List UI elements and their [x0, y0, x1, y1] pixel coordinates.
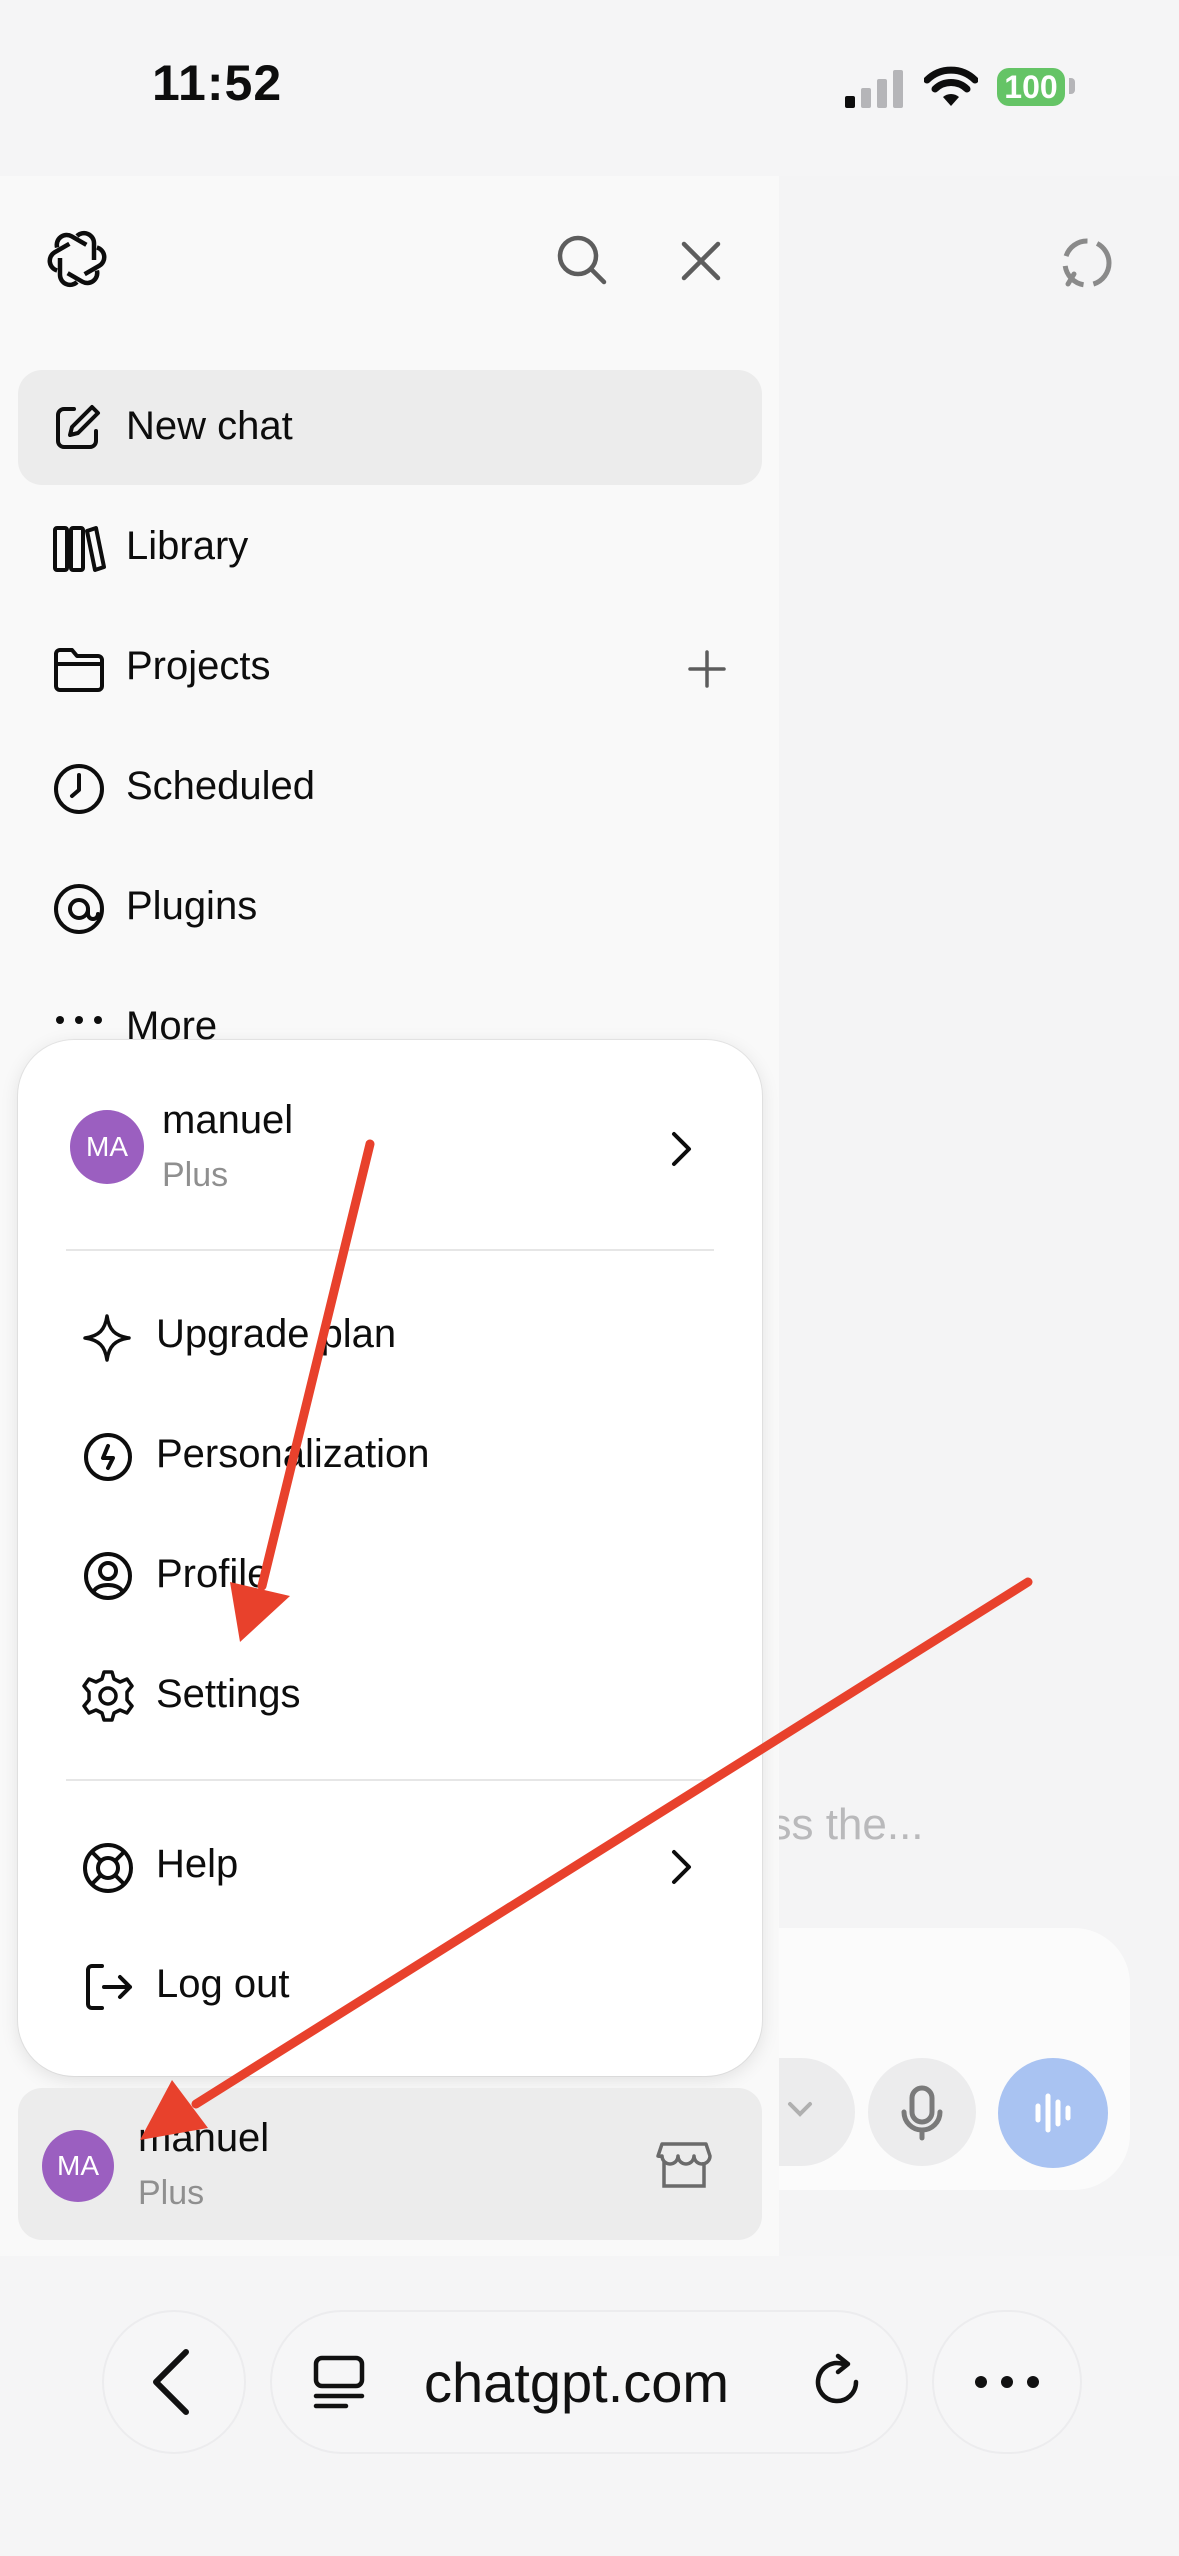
chevron-left-icon: [153, 2349, 189, 2415]
url-text: chatgpt.com: [424, 2351, 730, 2414]
browser-more-button[interactable]: [934, 2312, 1080, 2452]
tabs-icon[interactable]: [312, 2354, 368, 2410]
arrow-to-settings: [230, 1139, 375, 1642]
browser-back-button[interactable]: [104, 2312, 244, 2452]
annotation-arrows: [140, 1139, 1033, 2140]
arrow-to-account: [140, 1577, 1033, 2140]
more-dots-icon: [975, 2376, 1039, 2388]
reload-icon[interactable]: [810, 2352, 866, 2412]
